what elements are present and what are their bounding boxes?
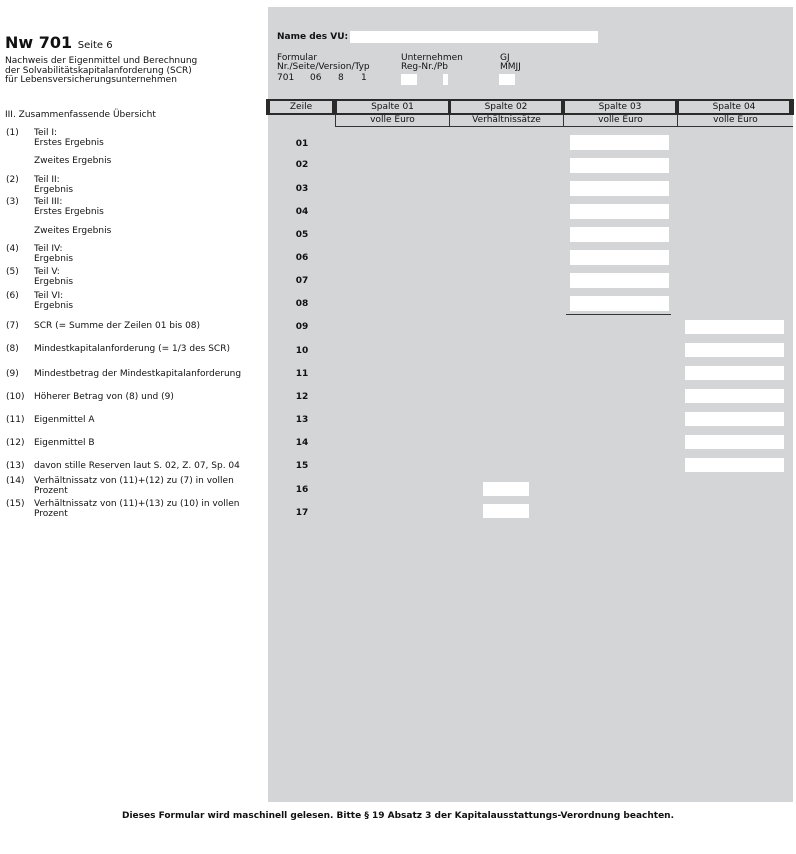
unit-spalte-03: volle Euro <box>563 115 677 127</box>
row-label-number: (11) <box>6 415 25 425</box>
header-spalte-01: Spalte 01 <box>337 101 448 113</box>
nr-value-seite: 06 <box>310 73 322 83</box>
form-number: Nw 701 <box>5 33 73 52</box>
row-label: Zweites Ergebnis <box>34 156 112 166</box>
pb-field[interactable] <box>443 74 448 85</box>
zeile-number: 16 <box>295 485 309 495</box>
row-label: Verhältnissatz von (11)+(13) zu (10) in … <box>34 499 240 519</box>
input-z10-s04[interactable] <box>685 343 784 357</box>
regnr-label: Reg-Nr./Pb <box>401 62 448 72</box>
zeile-number: 04 <box>295 207 309 217</box>
sum-line <box>566 314 671 315</box>
row-label-number: (14) <box>6 476 25 486</box>
row-label: Verhältnissatz von (11)+(12) zu (7) in v… <box>34 476 234 496</box>
input-z17-s02[interactable] <box>483 504 529 518</box>
row-label: Eigenmittel A <box>34 415 95 425</box>
nr-label: Nr./Seite/Version/Typ <box>277 62 370 72</box>
input-z08-s03[interactable] <box>570 296 669 311</box>
input-z12-s04[interactable] <box>685 389 784 403</box>
input-z14-s04[interactable] <box>685 435 784 449</box>
row-label: Eigenmittel B <box>34 438 95 448</box>
page-label: Seite 6 <box>77 40 113 51</box>
row-label: Teil II: Ergebnis <box>34 175 74 195</box>
name-vu-field[interactable] <box>350 31 598 43</box>
zeile-number: 03 <box>295 184 309 194</box>
zeile-number: 02 <box>295 160 309 170</box>
zeile-number: 05 <box>295 230 309 240</box>
header-spalte-04: Spalte 04 <box>679 101 789 113</box>
header-spalte-03: Spalte 03 <box>565 101 675 113</box>
row-label: Mindestkapitalanforderung (= 1/3 des SCR… <box>34 344 230 354</box>
input-z09-s04[interactable] <box>685 320 784 334</box>
row-label: Teil VI: Ergebnis <box>34 291 74 311</box>
row-label-number: (13) <box>6 461 25 471</box>
input-z03-s03[interactable] <box>570 181 669 196</box>
row-label-number: (10) <box>6 392 25 402</box>
input-z01-s03[interactable] <box>570 135 669 150</box>
input-z15-s04[interactable] <box>685 458 784 472</box>
row-label-number: (7) <box>6 321 19 331</box>
row-label: SCR (= Summe der Zeilen 01 bis 08) <box>34 321 201 331</box>
input-z16-s02[interactable] <box>483 482 529 496</box>
row-label-number: (15) <box>6 499 25 509</box>
footer-note: Dieses Formular wird maschinell gelesen.… <box>121 811 675 821</box>
zeile-number: 06 <box>295 253 309 263</box>
row-label-number: (3) <box>6 197 19 207</box>
nr-value-version: 8 <box>338 73 344 83</box>
row-label: Teil V: Ergebnis <box>34 267 74 287</box>
form-title: Nw 701 Seite 6 <box>5 33 113 52</box>
form-subtitle: Nachweis der Eigenmittel und Berechnung … <box>5 56 197 86</box>
nr-value-typ: 1 <box>361 73 367 83</box>
input-z11-s04[interactable] <box>685 366 784 380</box>
subtitle-line: für Lebensversicherungsunternehmen <box>5 75 177 85</box>
zeile-number: 01 <box>295 139 309 149</box>
mmjj-label: MMJJ <box>500 62 521 72</box>
row-label-number: (9) <box>6 369 19 379</box>
header-spalte-02: Spalte 02 <box>451 101 561 113</box>
row-label: Teil IV: Ergebnis <box>34 244 74 264</box>
unit-spalte-02: Verhältnissätze <box>449 115 563 127</box>
row-label: Teil I: Erstes Ergebnis <box>34 128 104 148</box>
row-label: Mindestbetrag der Mindestkapitalanforder… <box>34 369 242 379</box>
input-z07-s03[interactable] <box>570 273 669 288</box>
zeile-number: 07 <box>295 276 309 286</box>
row-label-number: (4) <box>6 244 19 254</box>
name-vu-label: Name des VU: <box>277 32 349 42</box>
row-label-number: (2) <box>6 175 19 185</box>
regnr-field[interactable] <box>401 74 417 85</box>
row-label: davon stille Reserven laut S. 02, Z. 07,… <box>34 461 240 471</box>
input-z02-s03[interactable] <box>570 158 669 173</box>
zeile-number: 08 <box>295 299 309 309</box>
row-label-number: (6) <box>6 291 19 301</box>
row-label-number: (8) <box>6 344 19 354</box>
row-label-number: (12) <box>6 438 25 448</box>
zeile-number: 17 <box>295 508 309 518</box>
nr-value-formular: 701 <box>277 73 295 83</box>
section-title: III. Zusammenfassende Übersicht <box>5 110 156 120</box>
row-label-number: (1) <box>6 128 19 138</box>
row-label: Höherer Betrag von (8) und (9) <box>34 392 174 402</box>
input-z04-s03[interactable] <box>570 204 669 219</box>
zeile-number: 11 <box>295 369 309 379</box>
zeile-number: 14 <box>295 438 309 448</box>
input-z06-s03[interactable] <box>570 250 669 265</box>
input-z13-s04[interactable] <box>685 412 784 426</box>
zeile-number: 10 <box>295 346 309 356</box>
input-z05-s03[interactable] <box>570 227 669 242</box>
gj-field[interactable] <box>499 74 515 85</box>
row-label: Zweites Ergebnis <box>34 226 112 236</box>
unit-spalte-01: volle Euro <box>335 115 449 127</box>
row-label-number: (5) <box>6 267 19 277</box>
zeile-number: 12 <box>295 392 309 402</box>
header-zeile: Zeile <box>270 101 332 113</box>
zeile-number: 13 <box>295 415 309 425</box>
row-label: Teil III: Erstes Ergebnis <box>34 197 104 217</box>
unit-spalte-04: volle Euro <box>677 115 793 127</box>
zeile-number: 09 <box>295 322 309 332</box>
zeile-number: 15 <box>295 461 309 471</box>
